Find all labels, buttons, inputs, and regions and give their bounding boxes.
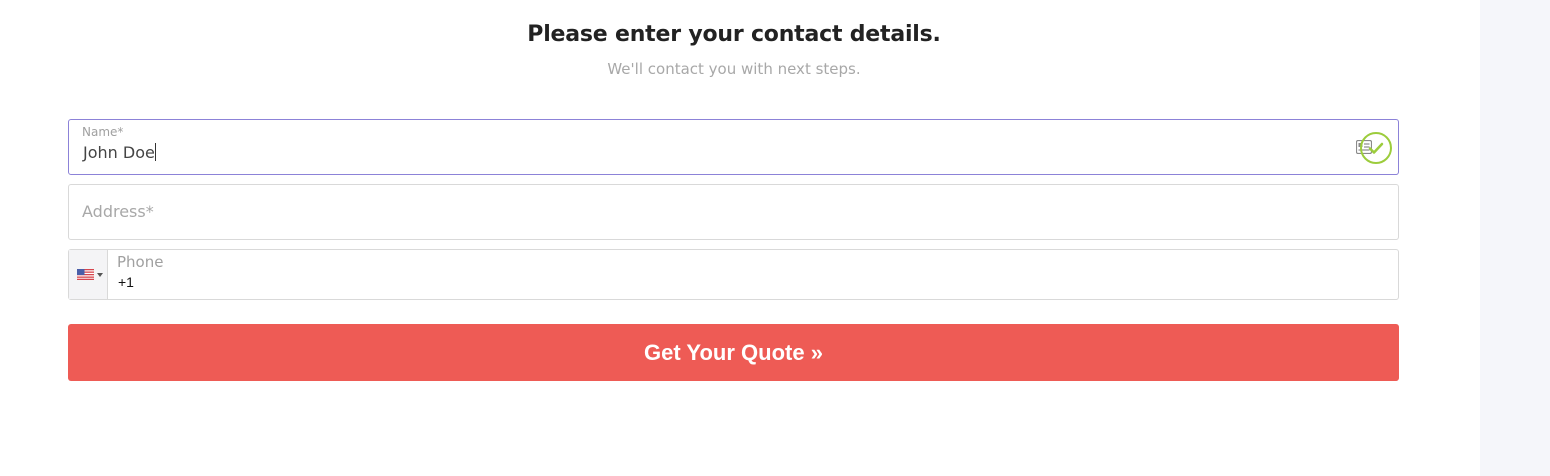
phone-field-label: Phone xyxy=(117,253,164,271)
contact-form: Please enter your contact details. We'll… xyxy=(0,0,1480,476)
form-subheading: We'll contact you with next steps. xyxy=(607,60,861,78)
page: Please enter your contact details. We'll… xyxy=(0,0,1550,476)
form-heading: Please enter your contact details. xyxy=(527,22,941,47)
address-field-placeholder: Address* xyxy=(82,202,154,221)
country-code-dropdown[interactable] xyxy=(69,250,108,299)
check-circle-icon xyxy=(1360,132,1392,164)
text-caret xyxy=(154,143,156,161)
name-field-label: Name* xyxy=(82,125,124,139)
us-flag-icon xyxy=(77,269,94,280)
caret-down-icon xyxy=(97,273,103,277)
get-quote-button[interactable]: Get Your Quote » xyxy=(68,324,1399,381)
phone-field-value[interactable]: +1 xyxy=(118,274,134,290)
name-field-value[interactable]: John Doe xyxy=(83,143,156,162)
address-field[interactable]: Address* xyxy=(68,184,1399,240)
phone-field[interactable]: Phone +1 xyxy=(68,249,1399,300)
name-field[interactable]: Name* John Doe xyxy=(68,119,1399,175)
right-side-panel xyxy=(1480,0,1550,476)
